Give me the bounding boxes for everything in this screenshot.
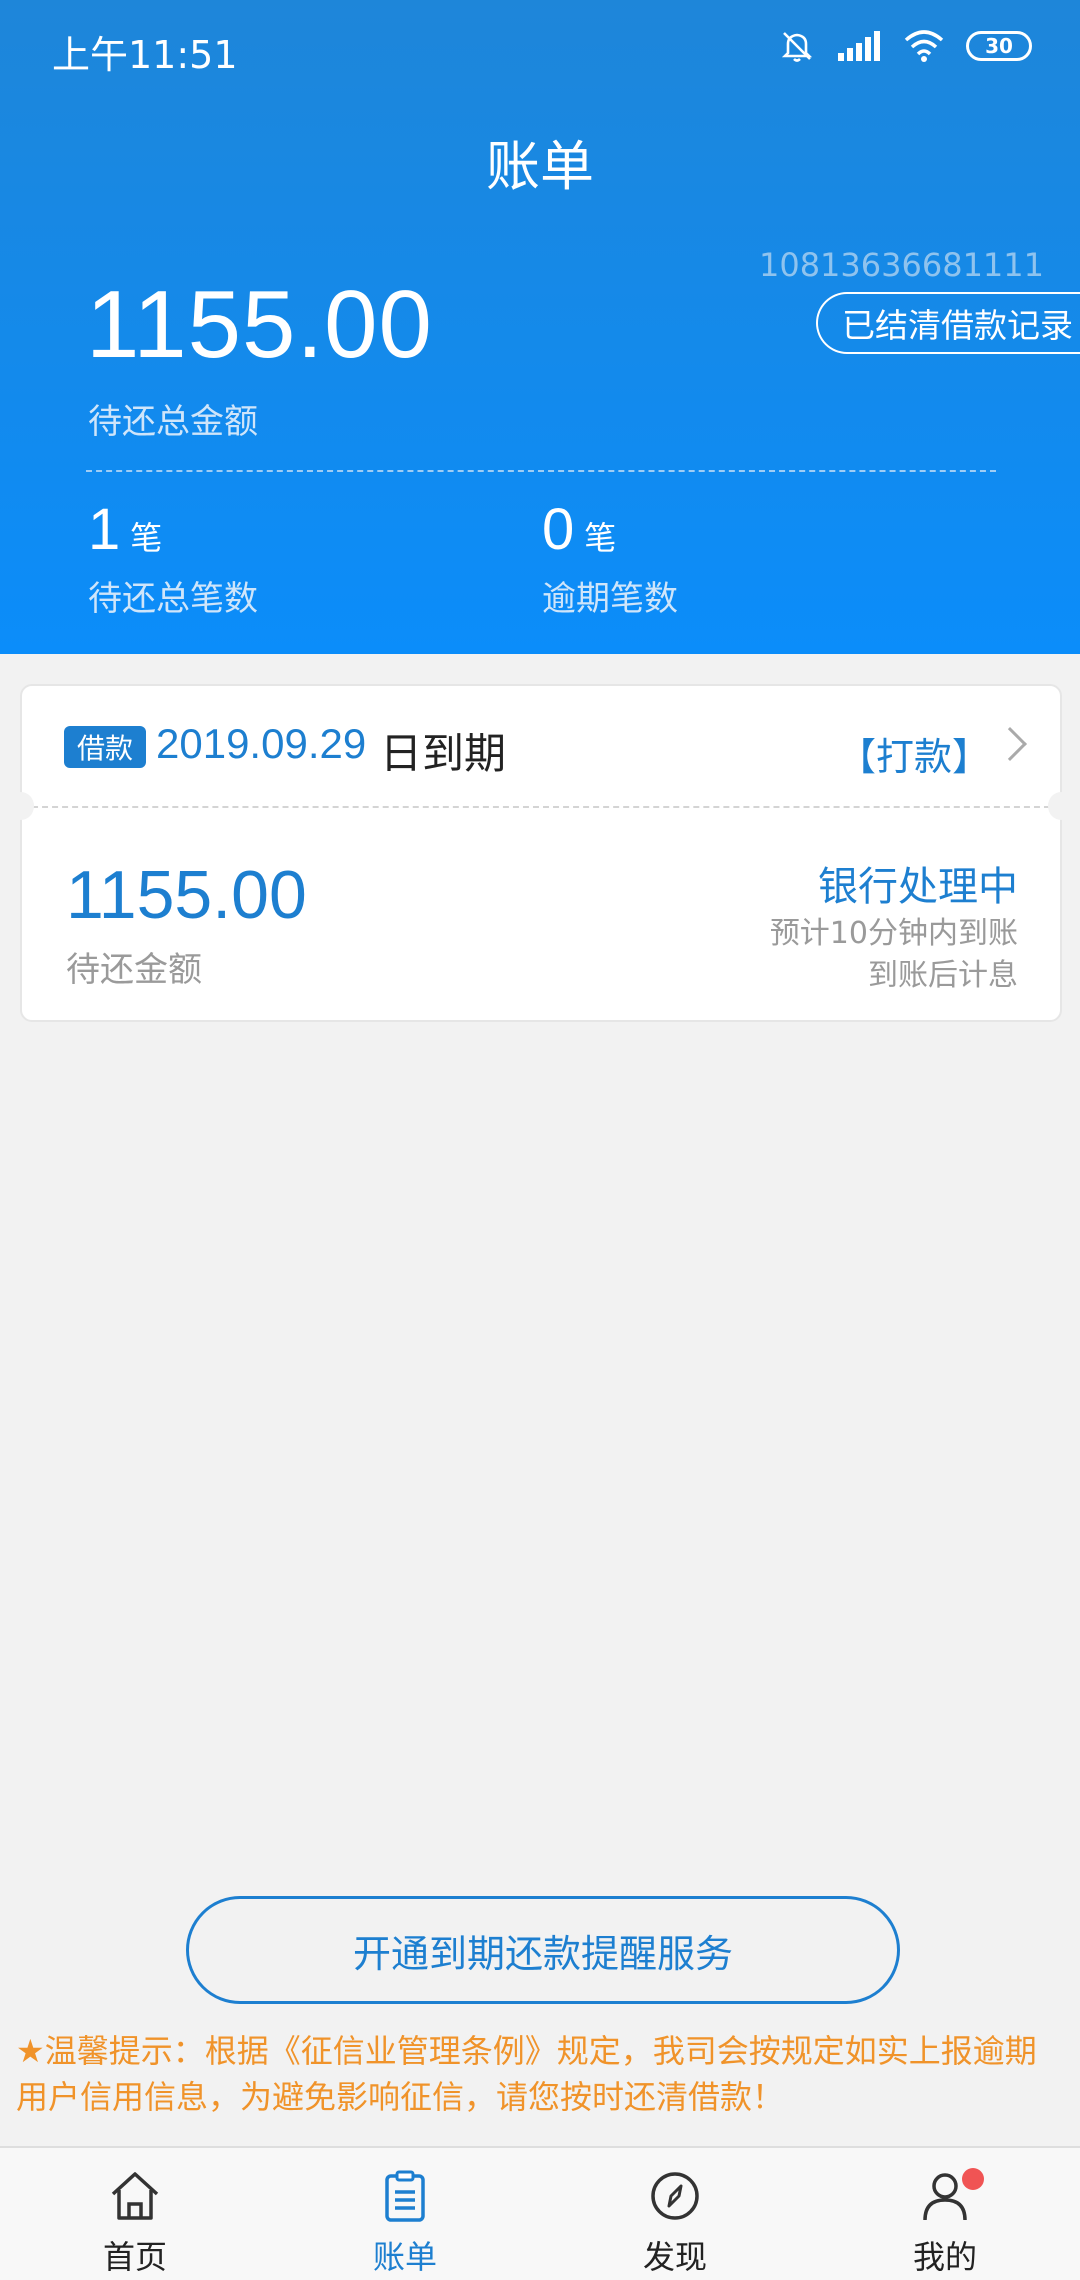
warm-tip: ★温馨提示：根据《征信业管理条例》规定，我司会按规定如实上报逾期用户信用信息，为… — [16, 2032, 1037, 2116]
tab-bill[interactable]: 账单 — [270, 2148, 540, 2280]
bank-status: 银行处理中 — [818, 864, 1018, 910]
tab-bill-label: 账单 — [372, 2238, 437, 2276]
interest-note: 到账后计息 — [868, 958, 1018, 993]
loan-card[interactable]: 借款 2019.09.29 日到期 【打款】 1155.00 待还金额 银行处理… — [8, 684, 1074, 1022]
tab-discover[interactable]: 发现 — [540, 2148, 810, 2280]
chevron-right-icon[interactable] — [993, 727, 1027, 761]
pending-count-label: 待还总笔数 — [88, 579, 258, 619]
status-bar: 上午11:51 30 — [0, 0, 1080, 92]
tab-discover-label: 发现 — [642, 2238, 707, 2276]
account-number: 10813636681111 — [758, 246, 1044, 284]
tab-profile[interactable]: 我的 — [810, 2148, 1080, 2280]
tab-bar: 首页 账单 发现 我的 — [0, 2146, 1080, 2280]
loan-amount: 1155.00 — [66, 857, 307, 933]
total-amount: 1155.00 — [86, 271, 433, 378]
eta-text: 预计10分钟内到账 — [769, 916, 1018, 951]
status-icons: 30 — [778, 26, 1032, 66]
overdue-count-unit: 笔 — [584, 519, 617, 557]
mute-icon — [781, 32, 813, 62]
status-time: 上午11:51 — [52, 33, 238, 77]
overdue-count-label: 逾期笔数 — [542, 579, 678, 619]
due-date: 2019.09.29 — [156, 720, 367, 767]
total-amount-label: 待还总金额 — [88, 402, 258, 442]
transfer-link[interactable]: 【打款】 — [838, 726, 990, 781]
tab-profile-label: 我的 — [912, 2238, 977, 2276]
card-notch-right — [1048, 792, 1074, 820]
notification-dot — [962, 2168, 984, 2190]
tab-home[interactable]: 首页 — [0, 2148, 270, 2280]
settled-loans-button[interactable]: 已结清借款记录 — [816, 292, 1080, 354]
header: 上午11:51 30 账单 10813636681111 已结清借款记录 115… — [0, 0, 1080, 654]
card-notch-left — [8, 792, 34, 820]
home-icon — [111, 2172, 159, 2220]
pending-count-unit: 笔 — [130, 519, 163, 557]
pending-count-value: 1 — [88, 497, 121, 562]
loan-tag: 借款 — [64, 726, 146, 768]
loan-amount-label: 待还金额 — [66, 950, 202, 990]
overdue-count-value: 0 — [542, 497, 575, 562]
overdue-count-stat: 0笔 逾期笔数 — [542, 496, 678, 620]
battery-icon: 30 — [966, 31, 1032, 61]
page-title: 账单 — [486, 135, 594, 198]
loan-card-header[interactable]: 借款 2019.09.29 日到期 【打款】 — [22, 686, 1060, 806]
tab-home-label: 首页 — [102, 2238, 167, 2276]
due-suffix: 日到期 — [380, 729, 507, 778]
card-divider — [22, 806, 1060, 808]
divider — [86, 470, 996, 472]
due-reminder-button[interactable]: 开通到期还款提醒服务 — [186, 1896, 900, 2004]
wifi-icon — [904, 30, 944, 62]
signal-icon — [838, 31, 880, 61]
bill-icon — [385, 2170, 425, 2222]
pending-count-stat: 1笔 待还总笔数 — [88, 496, 258, 620]
compass-icon — [651, 2172, 699, 2220]
